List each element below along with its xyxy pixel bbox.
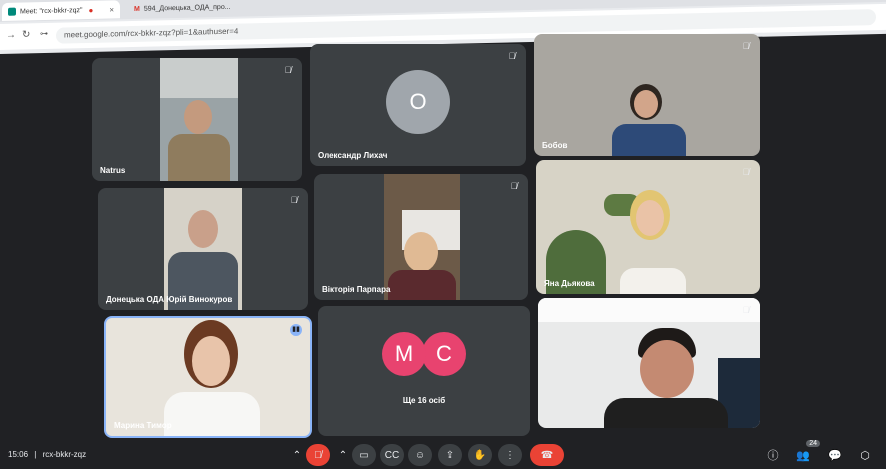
participant-name: Natrus	[100, 166, 126, 175]
mic-off-icon: 🎙̸	[510, 181, 518, 191]
tab-meet[interactable]: Meet: "rcx-bkkr-zqz" ● ×	[2, 0, 120, 21]
mic-toggle-button[interactable]: 🎙̸	[306, 444, 330, 466]
leave-call-button[interactable]: ☎	[530, 444, 564, 466]
mic-off-icon: 🎙̸	[284, 65, 292, 75]
present-screen-button[interactable]: ⇪	[438, 444, 462, 466]
mic-off-icon: 🎙̸	[508, 51, 516, 61]
meeting-control-bar: 15:06 | rcx-bkkr-zqz ⌃ 🎙̸ ⌃ ▭ CC ☺ ⇪ ✋ ⋮…	[0, 440, 886, 469]
participant-name: Бобов	[542, 141, 568, 150]
chat-icon[interactable]: 💬	[826, 446, 844, 464]
clock-time: 15:06	[8, 450, 29, 459]
mic-off-icon: 🎙̸	[742, 305, 750, 315]
participant-name: Олександр Лихач	[318, 151, 388, 160]
more-participants-label: Ще 16 осіб	[402, 396, 446, 405]
video-feed	[160, 58, 238, 181]
mic-off-icon: 🎙̸	[742, 41, 750, 51]
mic-off-icon: 🎙̸	[290, 195, 298, 205]
camera-toggle-button[interactable]: ▭	[352, 444, 376, 466]
meeting-details-icon[interactable]: ⓘ	[764, 446, 782, 464]
participant-tile[interactable]: ▮▮ Марина Тимор	[104, 316, 312, 438]
close-tab-icon[interactable]: ×	[109, 5, 114, 14]
participant-name: Марина Тимор	[114, 421, 172, 430]
recording-icon: ●	[88, 5, 94, 15]
video-feed	[612, 80, 686, 156]
participant-name: Вікторія Парпара	[322, 285, 391, 294]
captions-button[interactable]: CC	[380, 444, 404, 466]
activities-icon[interactable]: ⬡	[856, 446, 874, 464]
avatar: С	[422, 332, 466, 376]
others-tile[interactable]: М С Ще 16 осіб	[318, 306, 530, 436]
video-feed	[164, 188, 242, 310]
video-feed	[156, 318, 266, 436]
participant-tile[interactable]: 🎙̸ Вікторія Парпара	[314, 174, 528, 300]
more-options-button[interactable]: ⋮	[498, 444, 522, 466]
video-feed	[384, 174, 460, 300]
avatar: М	[382, 332, 426, 376]
people-icon[interactable]: 👥 24	[794, 440, 820, 464]
reload-icon[interactable]: ↻	[22, 29, 30, 40]
emoji-button[interactable]: ☺	[408, 444, 432, 466]
participant-tile[interactable]: 🎙̸ Донецька ОДА Юрій Винокуров	[98, 188, 308, 310]
participant-tile[interactable]: 🎙̸ Бобов	[534, 34, 760, 156]
tab-title: 594_Донецька_ОДА_про...	[143, 3, 231, 13]
participant-tile[interactable]: О 🎙̸ Олександр Лихач	[310, 44, 526, 166]
participant-name: Яна Дьякова	[544, 279, 595, 288]
meeting-code: rcx-bkkr-zqz	[42, 450, 87, 459]
video-feed	[538, 298, 760, 428]
meet-icon	[8, 7, 16, 16]
tab-gmail[interactable]: M 594_Донецька_ОДА_про...	[128, 0, 248, 18]
speaking-indicator-icon: ▮▮	[290, 324, 302, 336]
audio-options-chevron-icon[interactable]: ⌃	[290, 444, 304, 466]
forward-icon[interactable]: →	[6, 30, 16, 41]
participant-name: Донецька ОДА Юрій Винокуров	[106, 295, 233, 304]
participant-tile[interactable]: 🎙̸ Natrus	[92, 58, 302, 181]
mic-off-icon: 🎙̸	[742, 167, 750, 177]
participants-count-badge: 24	[806, 440, 820, 447]
avatar: О	[386, 70, 450, 134]
participant-tile[interactable]: 🎙̸ Яна Дьякова	[536, 160, 760, 294]
video-feed	[536, 160, 760, 294]
site-info-icon[interactable]: ⊶	[40, 29, 48, 38]
raise-hand-button[interactable]: ✋	[468, 444, 492, 466]
meeting-info: 15:06 | rcx-bkkr-zqz	[8, 450, 87, 459]
tab-title: Meet: "rcx-bkkr-zqz"	[20, 6, 83, 16]
gmail-icon: M	[134, 5, 140, 13]
participant-tile[interactable]: 🎙̸	[538, 298, 760, 428]
video-options-chevron-icon[interactable]: ⌃	[336, 444, 350, 466]
